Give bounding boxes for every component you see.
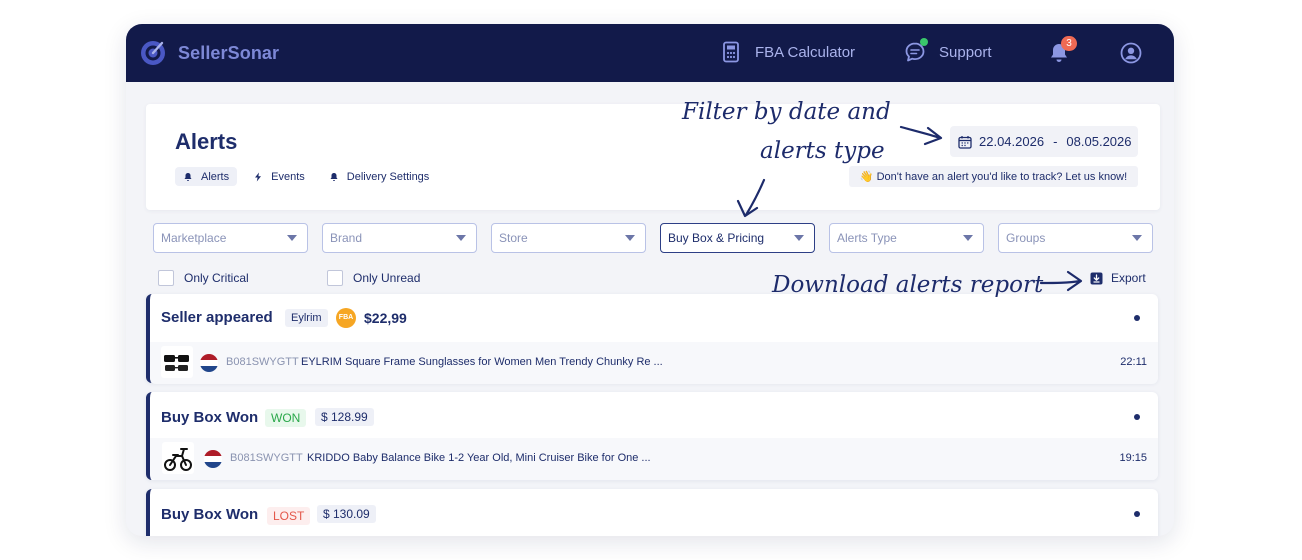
price-tag: $ 128.99 bbox=[315, 408, 374, 426]
checkbox-box[interactable] bbox=[158, 270, 174, 286]
annotation-filter-line2: alerts type bbox=[760, 138, 885, 164]
product-row[interactable]: B081SWYGTT KRIDDO Baby Balance Bike 1-2 … bbox=[150, 438, 1158, 480]
notification-count-badge: 3 bbox=[1061, 36, 1077, 51]
export-label: Export bbox=[1111, 271, 1146, 285]
request-alert-link[interactable]: 👋 Don't have an alert you'd like to trac… bbox=[849, 166, 1138, 187]
store-select[interactable]: Store bbox=[491, 223, 646, 253]
caret-down-icon bbox=[625, 235, 635, 241]
caret-down-icon bbox=[456, 235, 466, 241]
product-title[interactable]: EYLRIM Square Frame Sunglasses for Women… bbox=[301, 356, 663, 368]
price-tag: $ 130.09 bbox=[317, 505, 376, 523]
netherlands-flag-icon bbox=[200, 354, 218, 372]
only-critical-label: Only Critical bbox=[184, 271, 249, 285]
product-row[interactable]: B081SWYGTT EYLRIM Square Frame Sunglasse… bbox=[150, 342, 1158, 384]
marketplace-select[interactable]: Marketplace bbox=[153, 223, 308, 253]
alert-time: 19:15 bbox=[1119, 452, 1147, 464]
tab-events[interactable]: Events bbox=[245, 167, 313, 186]
brand-select-label: Brand bbox=[330, 231, 363, 245]
alert-price: $22,99 bbox=[364, 310, 407, 326]
annotation-filter-line1: Filter by date and bbox=[682, 99, 891, 125]
date-range-separator: - bbox=[1053, 134, 1058, 149]
download-icon bbox=[1090, 272, 1103, 284]
alert-card[interactable]: Buy Box Won LOST $ 130.09 bbox=[146, 489, 1158, 536]
marketplace-select-label: Marketplace bbox=[161, 231, 227, 245]
groups-select-label: Groups bbox=[1006, 231, 1046, 245]
caret-down-icon bbox=[963, 235, 973, 241]
fba-badge: FBA bbox=[336, 308, 356, 328]
product-asin: B081SWYGTT bbox=[230, 452, 303, 464]
status-badge: WON bbox=[265, 409, 307, 427]
netherlands-flag-icon bbox=[204, 450, 222, 468]
alerts-type-select-label: Alerts Type bbox=[837, 231, 897, 245]
support-link[interactable]: Support bbox=[904, 38, 992, 63]
checkbox-box[interactable] bbox=[327, 270, 343, 286]
fba-calculator-label: FBA Calculator bbox=[755, 43, 856, 61]
tab-alerts[interactable]: Alerts bbox=[175, 167, 238, 186]
alert-card[interactable]: Buy Box Won WON $ 128.99 B081SWYGTT KRID… bbox=[146, 392, 1158, 480]
chat-icon bbox=[904, 38, 928, 63]
product-thumbnail bbox=[162, 442, 194, 474]
alert-title: Buy Box Won bbox=[161, 409, 259, 426]
fba-calculator-link[interactable]: FBA Calculator bbox=[720, 41, 855, 63]
product-asin: B081SWYGTT bbox=[226, 356, 299, 368]
alert-title: Seller appeared bbox=[161, 309, 273, 326]
alerts-tabs: Alerts Events Delivery Settings bbox=[175, 167, 437, 186]
category-select[interactable]: Buy Box & Pricing bbox=[660, 223, 815, 253]
caret-down-icon bbox=[794, 235, 804, 241]
only-critical-checkbox[interactable]: Only Critical bbox=[158, 270, 249, 286]
alerts-type-select[interactable]: Alerts Type bbox=[829, 223, 984, 253]
date-range-end: 08.05.2026 bbox=[1066, 134, 1132, 149]
unread-dot bbox=[1134, 315, 1140, 321]
alerts-header-card: Alerts Alerts Events Delivery Settings 2… bbox=[146, 104, 1160, 210]
only-unread-label: Only Unread bbox=[353, 271, 421, 285]
alert-time: 22:11 bbox=[1120, 356, 1147, 368]
sunglasses-thumbnail-icon bbox=[164, 355, 189, 371]
tab-delivery-settings[interactable]: Delivery Settings bbox=[321, 167, 438, 186]
export-button[interactable]: Export bbox=[1090, 271, 1146, 285]
tab-delivery-settings-label: Delivery Settings bbox=[346, 170, 430, 183]
bell-icon bbox=[330, 172, 338, 181]
page-title: Alerts bbox=[175, 129, 238, 154]
status-badge: LOST bbox=[267, 507, 311, 525]
date-range-picker[interactable]: 22.04.2026 - 08.05.2026 bbox=[950, 126, 1138, 157]
tab-alerts-label: Alerts bbox=[201, 170, 230, 183]
tab-events-label: Events bbox=[271, 170, 305, 183]
top-navbar: SellerSonar FBA Calculator Support 3 bbox=[126, 24, 1174, 82]
brand-select[interactable]: Brand bbox=[322, 223, 477, 253]
online-indicator bbox=[920, 38, 928, 46]
user-avatar-icon[interactable] bbox=[1120, 42, 1142, 64]
calculator-icon bbox=[723, 41, 739, 63]
only-unread-checkbox[interactable]: Only Unread bbox=[327, 270, 420, 286]
support-label: Support bbox=[939, 43, 992, 61]
product-title[interactable]: KRIDDO Baby Balance Bike 1-2 Year Old, M… bbox=[307, 452, 651, 464]
store-select-label: Store bbox=[499, 231, 528, 245]
annotation-download: Download alerts report bbox=[772, 272, 1044, 298]
app-name: SellerSonar bbox=[178, 42, 280, 63]
unread-dot bbox=[1134, 511, 1140, 517]
category-select-label: Buy Box & Pricing bbox=[668, 231, 765, 245]
alert-card[interactable]: Seller appeared Eylrim FBA $22,99 B081SW… bbox=[146, 294, 1158, 384]
logo[interactable]: SellerSonar bbox=[140, 40, 279, 66]
caret-down-icon bbox=[287, 235, 297, 241]
sellersonar-logo-icon bbox=[141, 41, 165, 65]
date-range-start: 22.04.2026 bbox=[979, 134, 1045, 149]
lightning-icon bbox=[255, 172, 262, 181]
caret-down-icon bbox=[1132, 235, 1142, 241]
groups-select[interactable]: Groups bbox=[998, 223, 1153, 253]
alert-title: Buy Box Won bbox=[161, 506, 259, 523]
balance-bike-thumbnail-icon bbox=[164, 448, 192, 471]
calendar-icon bbox=[958, 135, 972, 149]
unread-dot bbox=[1134, 414, 1140, 420]
product-thumbnail bbox=[161, 346, 193, 378]
store-tag: Eylrim bbox=[285, 309, 328, 327]
bell-icon bbox=[184, 172, 192, 181]
